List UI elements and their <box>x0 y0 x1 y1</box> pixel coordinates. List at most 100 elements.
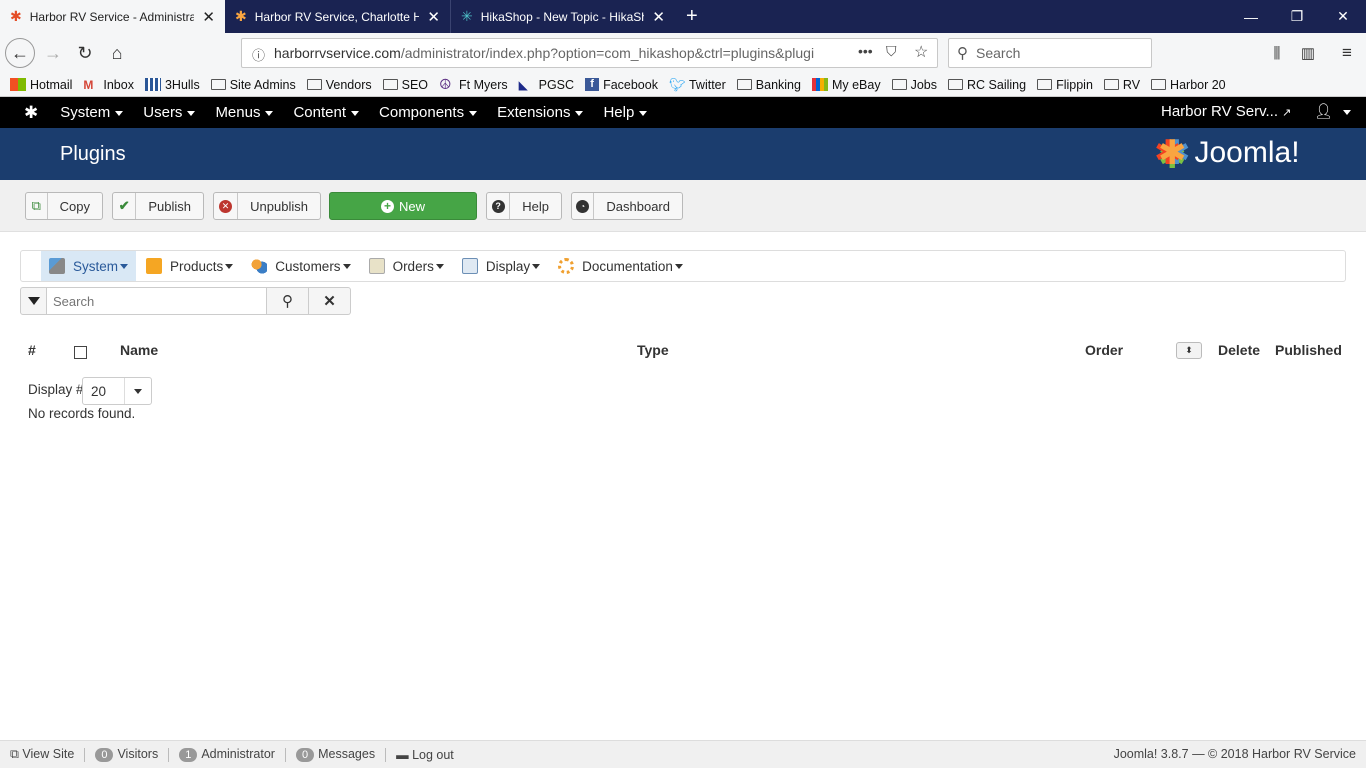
menu-system[interactable]: System <box>60 104 124 121</box>
minus-icon: ▬ <box>396 747 409 762</box>
menu-label: Customers <box>275 258 341 274</box>
bookmark-flippin[interactable]: Flippin <box>1037 78 1093 92</box>
tab-title: Harbor RV Service, Charlotte H <box>254 9 420 24</box>
display-limit-select[interactable]: 20 <box>82 377 152 405</box>
close-icon[interactable]: ✕ <box>202 8 215 26</box>
save-order-button[interactable]: ⬍ <box>1176 342 1202 359</box>
bookmark-3hulls[interactable]: 3Hulls <box>144 78 200 92</box>
bookmark-twitter[interactable]: 🐦︎ Twitter <box>669 78 726 92</box>
column-type[interactable]: Type <box>637 342 669 358</box>
search-button[interactable]: ⚲ <box>267 287 309 315</box>
bookmark-site-admins[interactable]: Site Admins <box>210 78 296 92</box>
messages-status[interactable]: 0 Messages <box>295 747 375 762</box>
url-bar[interactable]: ⓘ harborrvservice.com/administrator/inde… <box>241 38 938 68</box>
minimize-icon[interactable]: — <box>1228 0 1274 33</box>
bookmark-my-ebay[interactable]: My eBay <box>811 78 881 92</box>
select-all-checkbox[interactable] <box>74 346 87 359</box>
column-published[interactable]: Published <box>1275 342 1342 358</box>
page-actions-icon[interactable]: ••• <box>858 43 873 59</box>
bookmark-star-icon[interactable]: ☆ <box>914 42 928 62</box>
bookmark-label: Ft Myers <box>459 77 508 92</box>
menu-components[interactable]: Components <box>379 104 478 121</box>
menu-label: Documentation <box>582 258 673 274</box>
site-link[interactable]: Harbor RV Serv... ↗ <box>1161 103 1291 120</box>
link-label: Log out <box>412 747 454 762</box>
unpublish-button[interactable]: ✕ Unpublish <box>213 192 321 220</box>
hamburger-menu-icon[interactable]: ≡ <box>1332 38 1362 68</box>
hika-menu-customers[interactable]: Customers <box>243 251 358 281</box>
bookmark-pgsc[interactable]: ◣ PGSC <box>518 78 574 93</box>
bookmark-banking[interactable]: Banking <box>736 77 801 92</box>
bookmark-harbor-20[interactable]: Harbor 20 <box>1151 78 1226 92</box>
button-label: Unpublish <box>250 198 308 214</box>
info-icon[interactable]: ⓘ <box>252 45 265 64</box>
browser-nav-bar: ← → ↻ ⌂ ⓘ harborrvservice.com/administra… <box>0 33 1366 73</box>
joomla-logo-icon[interactable]: ✱ <box>24 103 38 123</box>
menu-extensions[interactable]: Extensions <box>497 104 584 121</box>
back-button[interactable]: ← <box>5 38 35 68</box>
close-icon[interactable]: ✕ <box>427 8 440 26</box>
bookmark-seo[interactable]: SEO <box>382 78 428 92</box>
menu-menus[interactable]: Menus <box>215 104 274 121</box>
grid-icon <box>144 78 161 91</box>
logout-link[interactable]: ▬ Log out <box>396 748 454 762</box>
help-button[interactable]: ? Help <box>486 192 562 220</box>
tab-harbor-admin[interactable]: ✱ Harbor RV Service - Administra ✕ <box>0 0 225 33</box>
browser-search-input[interactable]: ⚲ Search <box>948 38 1152 68</box>
publish-button[interactable]: ✔ Publish <box>112 192 204 220</box>
bookmark-label: Facebook <box>603 77 658 92</box>
pocket-icon[interactable]: ⛉ <box>886 43 897 60</box>
visitors-status: 0 Visitors <box>95 747 158 762</box>
pgsc-icon: ◣ <box>518 78 528 92</box>
new-button[interactable]: + New <box>329 192 477 220</box>
hika-menu-display[interactable]: Display <box>454 251 548 281</box>
bookmark-facebook[interactable]: f Facebook <box>585 78 658 92</box>
bookmark-label: Jobs <box>910 77 938 92</box>
hika-menu-orders[interactable]: Orders <box>361 251 452 281</box>
copy-button[interactable]: ⧉ Copy <box>25 192 103 220</box>
bookmark-rv[interactable]: RV <box>1103 78 1140 92</box>
view-site-link[interactable]: ⧉ View Site <box>10 747 74 762</box>
dashboard-button[interactable]: ◔ Dashboard <box>571 192 683 220</box>
user-menu[interactable]: 👤︎ <box>1314 102 1352 120</box>
page-header: Plugins ✱ Joomla! <box>0 128 1366 180</box>
bookmark-ft-myers[interactable]: ☮ Ft Myers <box>439 77 508 92</box>
menu-label: Products <box>170 258 224 274</box>
tools-icon <box>49 258 65 274</box>
bookmark-inbox[interactable]: M Inbox <box>83 78 134 93</box>
products-icon <box>146 258 163 274</box>
menu-users[interactable]: Users <box>143 104 196 121</box>
admin-status[interactable]: 1 Administrator <box>179 747 275 762</box>
hika-menu-system[interactable]: System <box>41 251 137 281</box>
bookmark-jobs[interactable]: Jobs <box>891 77 938 92</box>
search-icon: ⚲ <box>282 293 293 310</box>
search-input[interactable] <box>47 287 267 315</box>
column-name[interactable]: Name <box>120 342 158 358</box>
tab-harbor-charlotte[interactable]: ✱ Harbor RV Service, Charlotte H ✕ <box>225 0 450 33</box>
close-icon[interactable]: ✕ <box>652 8 665 26</box>
folder-icon <box>948 79 964 90</box>
menu-content[interactable]: Content <box>293 104 360 121</box>
bookmark-label: Banking <box>755 77 801 92</box>
hika-menu-products[interactable]: Products <box>138 251 241 281</box>
new-tab-button[interactable]: + <box>676 0 706 33</box>
browser-tab-bar: ✱ Harbor RV Service - Administra ✕ ✱ Har… <box>0 0 1366 33</box>
hika-menu-documentation[interactable]: Documentation <box>550 251 691 281</box>
forward-button[interactable]: → <box>38 38 68 68</box>
column-order[interactable]: Order <box>1085 342 1123 358</box>
home-button[interactable]: ⌂ <box>102 38 132 68</box>
bookmark-label: Hotmail <box>30 77 73 92</box>
window-close-icon[interactable]: ✕ <box>1320 0 1366 33</box>
bookmark-vendors[interactable]: Vendors <box>306 78 372 92</box>
tab-hikashop-topic[interactable]: ✳ HikaShop - New Topic - HikaSh ✕ <box>450 0 675 33</box>
menu-help[interactable]: Help <box>603 104 648 121</box>
bookmark-rc-sailing[interactable]: RC Sailing <box>948 78 1026 92</box>
bookmark-hotmail[interactable]: Hotmail <box>10 78 72 92</box>
reload-button[interactable]: ↻ <box>70 38 100 68</box>
clear-search-button[interactable]: ✕ <box>309 287 351 315</box>
sidebar-icon[interactable]: ▥ <box>1293 38 1323 68</box>
library-icon[interactable]: ⫼ <box>1262 38 1292 68</box>
filter-icon[interactable] <box>20 287 47 315</box>
folder-icon <box>1151 79 1167 90</box>
restore-icon[interactable]: ❐ <box>1274 0 1320 33</box>
